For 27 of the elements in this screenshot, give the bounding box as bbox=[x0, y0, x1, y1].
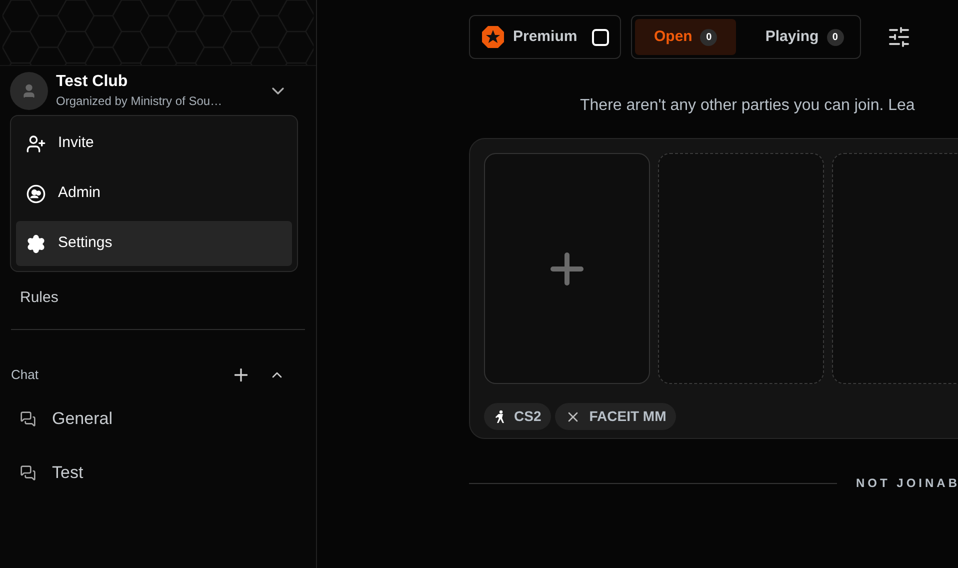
premium-filter[interactable]: Premium bbox=[469, 15, 621, 59]
chat-channel[interactable]: Test bbox=[0, 446, 316, 500]
tag-chip: FACEIT MM bbox=[555, 403, 676, 430]
count-badge: 0 bbox=[826, 28, 844, 46]
tab[interactable]: Open 0 bbox=[635, 19, 736, 55]
person-icon bbox=[21, 82, 37, 98]
group-in-circle-icon bbox=[26, 184, 46, 204]
menu-item[interactable]: Invite bbox=[16, 121, 292, 166]
menu-item[interactable]: Settings bbox=[16, 221, 292, 266]
chat-channel[interactable]: General bbox=[0, 392, 316, 446]
star-badge-icon bbox=[481, 25, 505, 49]
club-name: Test Club bbox=[56, 72, 129, 92]
empty-message: There aren't any other parties you can join. Lea bbox=[579, 96, 916, 116]
chat-heading: Chat bbox=[11, 366, 38, 384]
tag-chip: CS2 bbox=[484, 403, 552, 430]
chat-bubbles-icon bbox=[20, 465, 36, 481]
filter-sliders-icon[interactable] bbox=[887, 25, 911, 49]
running-figure-icon bbox=[494, 408, 506, 424]
sidebar-link[interactable]: Rules bbox=[0, 276, 316, 320]
checkbox[interactable] bbox=[592, 28, 609, 46]
count-badge: 0 bbox=[700, 28, 718, 46]
chat-bubbles-icon bbox=[20, 411, 36, 427]
menu-item[interactable]: Admin bbox=[16, 171, 292, 216]
add-user-icon bbox=[26, 134, 46, 154]
section-heading: NOT JOINAB bbox=[856, 475, 958, 492]
club-organizer: Organized by Ministry of Sou… bbox=[56, 92, 222, 110]
tab[interactable]: Playing 0 bbox=[746, 19, 863, 55]
